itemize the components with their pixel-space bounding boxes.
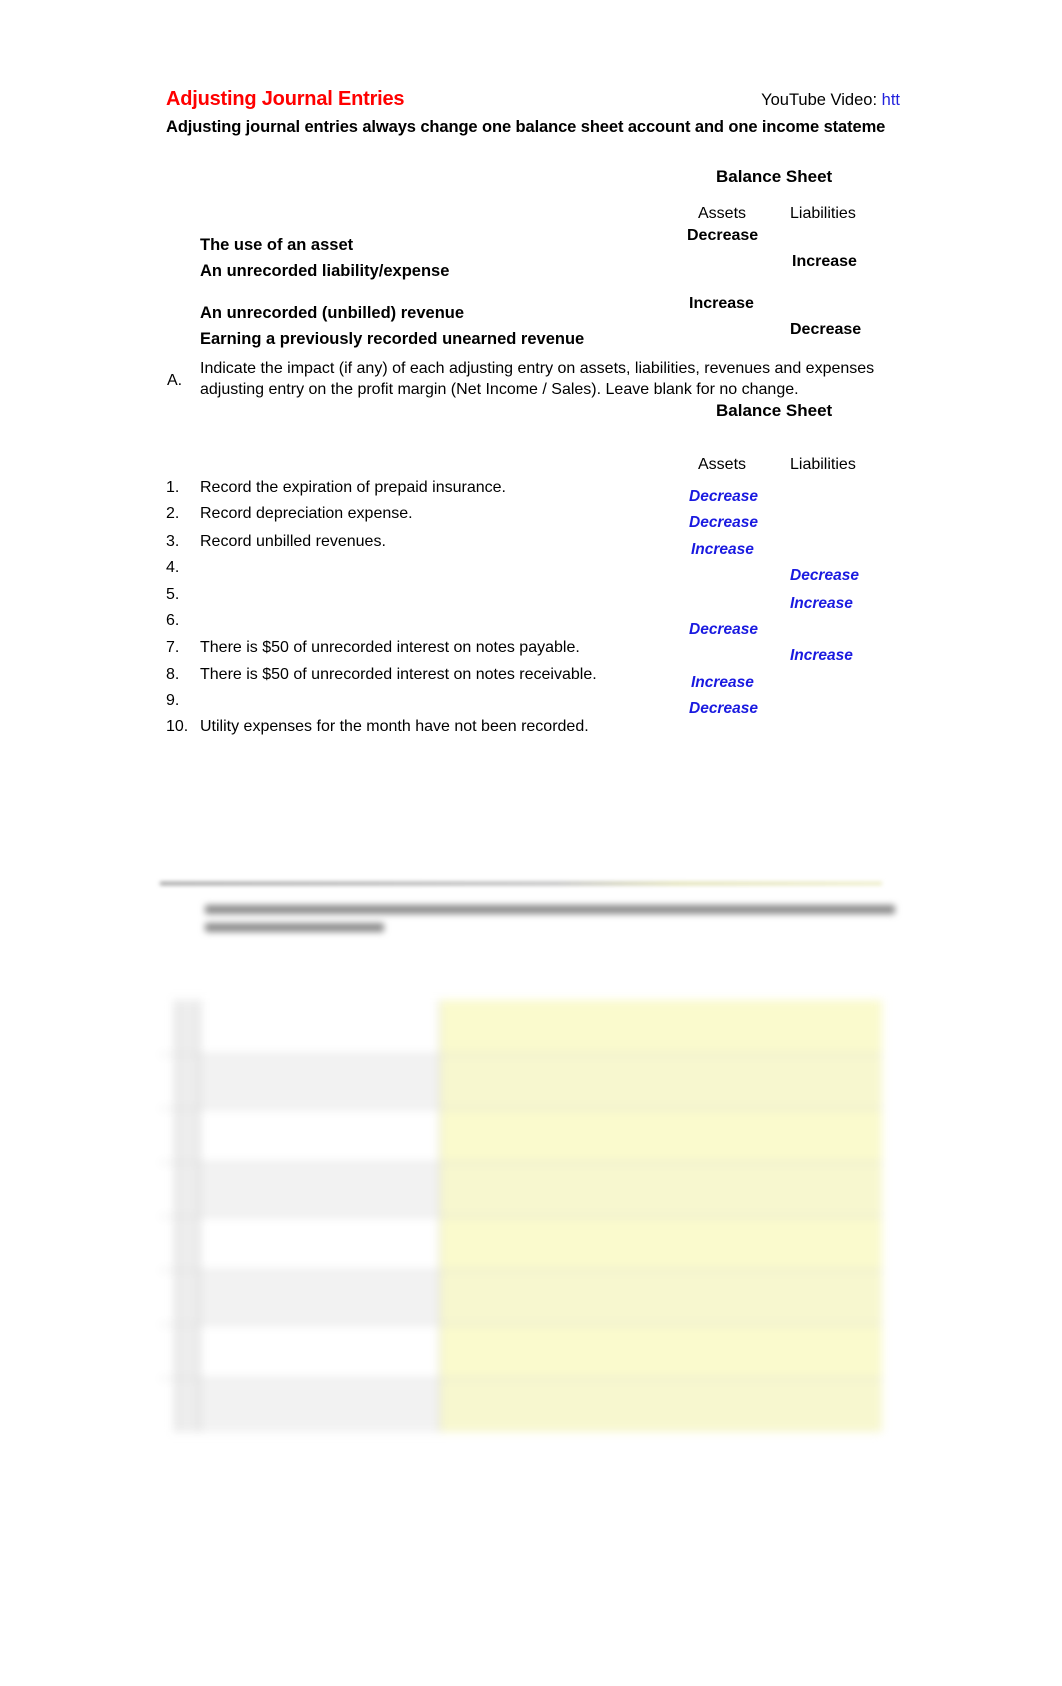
answers-column-liabilities: Liabilities: [790, 456, 856, 473]
table-cell: [440, 1379, 882, 1432]
table-cell: [160, 1109, 176, 1162]
table-cell: [160, 1325, 176, 1378]
table-cell: [176, 1000, 200, 1054]
table-cell: [160, 1163, 176, 1216]
concept-column-assets: Assets: [698, 205, 747, 222]
list-item-number: 4.: [166, 559, 180, 576]
table-cell: [160, 1271, 176, 1324]
table-cell: [440, 1109, 882, 1162]
list-item-number: 6.: [166, 612, 180, 629]
youtube-video-link[interactable]: htt: [882, 91, 900, 109]
table-cell: [200, 1379, 440, 1432]
question-a-text: Indicate the impact (if any) of each adj…: [200, 360, 875, 398]
youtube-video-label: YouTube Video:: [761, 91, 878, 109]
concept-row-label: Earning a previously recorded unearned r…: [200, 330, 585, 348]
list-item-assets-value: Increase: [691, 541, 754, 558]
concept-column-liabilities: Liabilities: [790, 205, 856, 222]
table-cell: [176, 1109, 200, 1162]
table-cell: [200, 1271, 440, 1324]
list-item-number: 1.: [166, 479, 180, 496]
concept-row-liabilities-value: Decrease: [790, 321, 862, 338]
table-row: [160, 1324, 882, 1378]
list-item-number: 7.: [166, 639, 180, 656]
list-item-number: 8.: [166, 666, 180, 683]
table-cell: [160, 1000, 176, 1054]
list-item-text: Utility expenses for the month have not …: [200, 718, 589, 735]
question-a-marker: A.: [167, 372, 183, 389]
concept-row-assets-value: Decrease: [687, 227, 759, 244]
table-cell: [160, 1055, 176, 1108]
table-row: [160, 1270, 882, 1324]
concept-row-liabilities-value: Increase: [792, 253, 857, 270]
list-item-text: Record depreciation expense.: [200, 505, 413, 522]
list-item-liabilities-value: Increase: [790, 647, 853, 664]
list-item-number: 10.: [166, 718, 189, 735]
table-cell: [200, 1217, 440, 1270]
page-title: Adjusting Journal Entries: [166, 88, 405, 110]
concept-row-label: An unrecorded liability/expense: [200, 262, 450, 280]
list-item-text: There is $50 of unrecorded interest on n…: [200, 666, 597, 683]
table-cell: [160, 1217, 176, 1270]
table-cell: [160, 1379, 176, 1432]
obscured-table: [160, 1000, 882, 1432]
obscured-divider-rule: [160, 882, 882, 885]
table-cell: [200, 1000, 440, 1054]
list-item-assets-value: Increase: [691, 674, 754, 691]
concept-row-label: An unrecorded (unbilled) revenue: [200, 304, 465, 322]
table-row: [160, 1378, 882, 1432]
table-cell: [200, 1055, 440, 1108]
table-row: [160, 1162, 882, 1216]
document-subtitle: Adjusting journal entries always change …: [166, 118, 886, 136]
youtube-video-line: YouTube Video: htt: [761, 91, 900, 110]
list-item-number: 9.: [166, 692, 180, 709]
table-row: [160, 1000, 882, 1054]
table-row: [160, 1108, 882, 1162]
table-row: [160, 1054, 882, 1108]
document-page: Adjusting Journal Entries YouTube Video:…: [0, 0, 1062, 1686]
table-cell: [440, 1271, 882, 1324]
concept-row-label: The use of an asset: [200, 236, 354, 254]
list-item-assets-value: Decrease: [689, 488, 758, 505]
table-cell: [200, 1325, 440, 1378]
list-item-text: Record unbilled revenues.: [200, 533, 386, 550]
list-item-liabilities-value: Decrease: [790, 567, 859, 584]
list-item-assets-value: Decrease: [689, 700, 758, 717]
list-item-assets-value: Decrease: [689, 621, 758, 638]
table-cell: [176, 1217, 200, 1270]
table-cell: [440, 1163, 882, 1216]
table-cell: [200, 1163, 440, 1216]
table-cell: [200, 1109, 440, 1162]
list-item-liabilities-value: Increase: [790, 595, 853, 612]
concept-balance-sheet-header: Balance Sheet: [716, 167, 833, 186]
obscured-paragraph: [205, 905, 895, 950]
table-cell: [176, 1379, 200, 1432]
list-item-text: Record the expiration of prepaid insuran…: [200, 479, 506, 496]
table-cell: [440, 1217, 882, 1270]
list-item-number: 2.: [166, 505, 180, 522]
table-cell: [176, 1055, 200, 1108]
table-cell: [440, 1325, 882, 1378]
answers-balance-sheet-header: Balance Sheet: [716, 401, 833, 420]
list-item-assets-value: Decrease: [689, 514, 758, 531]
table-cell: [440, 1000, 882, 1054]
table-row: [160, 1216, 882, 1270]
table-cell: [176, 1325, 200, 1378]
list-item-number: 3.: [166, 533, 180, 550]
table-cell: [176, 1271, 200, 1324]
table-cell: [440, 1055, 882, 1108]
concept-row-assets-value: Increase: [689, 295, 754, 312]
list-item-text: There is $50 of unrecorded interest on n…: [200, 639, 580, 656]
list-item-number: 5.: [166, 586, 180, 603]
table-cell: [176, 1163, 200, 1216]
answers-column-assets: Assets: [698, 456, 747, 473]
